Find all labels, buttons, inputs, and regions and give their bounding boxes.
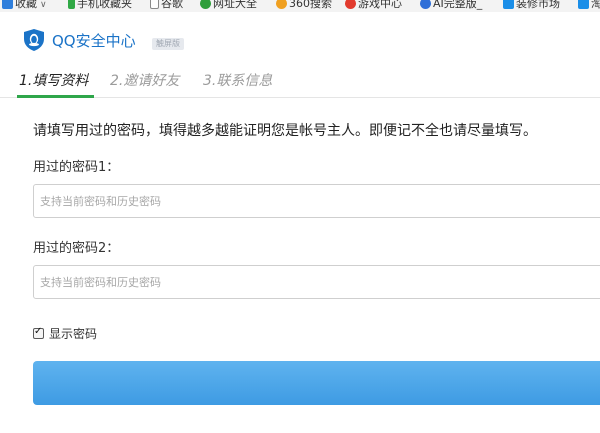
bookmark-label: 装修市场 (516, 0, 560, 10)
qq-shield-icon (24, 29, 44, 51)
password1-field[interactable] (33, 184, 600, 218)
bookmark-game-center[interactable]: 游戏中心 (345, 0, 402, 9)
password2-field[interactable] (33, 265, 600, 299)
bookmark-bar: 收藏 ∨ 手机收藏夹 谷歌 网址大全 360搜索 游戏中心 AI完整版_ 装修市场… (0, 0, 600, 12)
bookmark-360-search[interactable]: 360搜索 (276, 0, 332, 9)
brand-header: QQ安全中心 触屏版 (0, 12, 600, 62)
bookmark-label: 淘 (591, 0, 600, 10)
page: 收藏 ∨ 手机收藏夹 谷歌 网址大全 360搜索 游戏中心 AI完整版_ 装修市场… (0, 0, 600, 433)
bookmark-label: 收藏 (15, 0, 37, 10)
page-icon (150, 0, 159, 9)
game-icon (345, 0, 356, 9)
bookmark-label: 谷歌 (161, 0, 183, 10)
globe-icon (200, 0, 211, 9)
bookmark-taobao[interactable]: 淘 (578, 0, 600, 9)
step-tabs: 1.填写资料 2.邀请好友 3.联系信息 (0, 62, 600, 98)
version-badge: 触屏版 (152, 38, 184, 50)
form-instructions: 请填写用过的密码，填得越多越能证明您是帐号主人。即便记不全也请尽量填写。 (33, 123, 537, 139)
ai-icon (420, 0, 431, 9)
password2-label: 用过的密码2： (33, 241, 120, 256)
bookmark-label: AI完整版_ (433, 0, 483, 10)
step-contact-info: 3.联系信息 (203, 73, 273, 89)
show-password-checkbox[interactable] (33, 326, 44, 339)
bookmark-url-directory[interactable]: 网址大全 (200, 0, 257, 9)
step-fill-info: 1.填写资料 (19, 73, 89, 89)
show-password-toggle[interactable]: 显示密码 (33, 325, 97, 341)
next-button[interactable] (33, 361, 600, 405)
password1-label: 用过的密码1： (33, 160, 120, 175)
bookmark-label: 游戏中心 (358, 0, 402, 10)
taobao-icon (503, 0, 514, 9)
bookmark-favorites[interactable]: 收藏 ∨ (2, 0, 47, 11)
bookmark-label: 手机收藏夹 (77, 0, 132, 10)
step-invite-friends: 2.邀请好友 (110, 73, 180, 89)
show-password-label: 显示密码 (49, 326, 98, 341)
phone-icon (68, 0, 75, 9)
star-folder-icon (2, 0, 13, 9)
bookmark-decoration-market[interactable]: 装修市场 (503, 0, 560, 9)
taobao-icon (578, 0, 589, 9)
active-step-underline (17, 95, 94, 98)
bookmark-ai[interactable]: AI完整版_ (420, 0, 482, 9)
bookmark-google[interactable]: 谷歌 (150, 0, 183, 9)
bookmark-mobile-favorites[interactable]: 手机收藏夹 (68, 0, 132, 9)
chevron-down-icon: ∨ (40, 0, 47, 10)
brand-title: QQ安全中心 (52, 32, 136, 50)
search360-icon (276, 0, 287, 9)
bookmark-label: 360搜索 (289, 0, 332, 10)
bookmark-label: 网址大全 (213, 0, 257, 10)
